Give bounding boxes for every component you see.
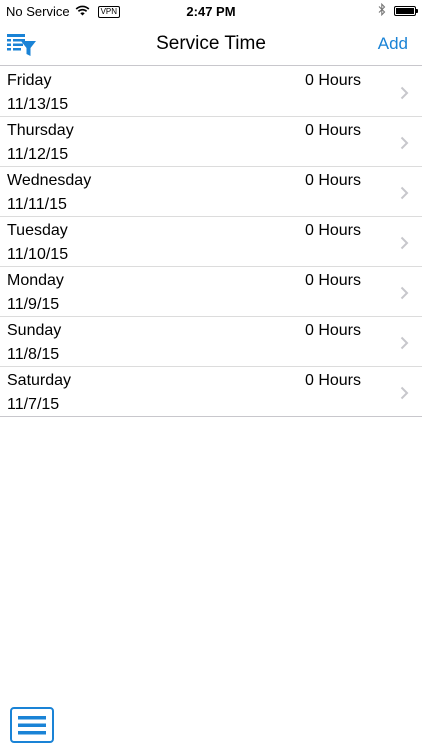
entry-date: 11/7/15 <box>7 396 60 413</box>
entry-date: 11/11/15 <box>7 196 67 213</box>
bluetooth-icon <box>378 2 386 19</box>
entry-hours: 0 Hours <box>304 72 361 89</box>
entry-day: Tuesday <box>7 222 68 239</box>
entry-hours: 0 Hours <box>304 272 361 289</box>
status-right <box>378 2 418 19</box>
list-item[interactable]: Friday 11/13/15 0 Hours <box>0 67 422 117</box>
entry-day: Thursday <box>7 122 74 139</box>
list-item[interactable]: Sunday 11/8/15 0 Hours <box>0 317 422 367</box>
entry-day: Saturday <box>7 372 72 389</box>
chevron-right-icon <box>400 186 409 200</box>
entry-date: 11/8/15 <box>7 346 60 363</box>
entry-hours: 0 Hours <box>304 322 361 339</box>
entry-hours: 0 Hours <box>304 372 361 389</box>
entry-hours: 0 Hours <box>304 172 361 189</box>
menu-button[interactable] <box>10 707 54 743</box>
entry-date: 11/9/15 <box>7 296 60 313</box>
entry-day: Friday <box>7 72 52 89</box>
list-item[interactable]: Thursday 11/12/15 0 Hours <box>0 117 422 167</box>
list-item[interactable]: Wednesday 11/11/15 0 Hours <box>0 167 422 217</box>
status-bar: No Service VPN 2:47 PM <box>0 0 422 22</box>
entry-date: 11/13/15 <box>7 96 69 113</box>
add-button[interactable]: Add <box>378 34 408 54</box>
navigation-bar: Service Time Add <box>0 22 422 66</box>
entry-hours: 0 Hours <box>304 122 361 139</box>
entry-day: Sunday <box>7 322 62 339</box>
entry-date: 11/10/15 <box>7 246 69 263</box>
chevron-right-icon <box>400 236 409 250</box>
entry-hours: 0 Hours <box>304 222 361 239</box>
chevron-right-icon <box>400 386 409 400</box>
chevron-right-icon <box>400 136 409 150</box>
status-time: 2:47 PM <box>186 4 236 19</box>
page-title: Service Time <box>156 33 266 54</box>
list-item[interactable]: Tuesday 11/10/15 0 Hours <box>0 217 422 267</box>
service-time-list: Friday 11/13/15 0 Hours Thursday 11/12/1… <box>0 67 422 417</box>
entry-day: Wednesday <box>7 172 92 189</box>
chevron-right-icon <box>400 286 409 300</box>
entry-date: 11/12/15 <box>7 146 69 163</box>
chevron-right-icon <box>400 336 409 350</box>
entry-day: Monday <box>7 272 64 289</box>
list-item[interactable]: Monday 11/9/15 0 Hours <box>0 267 422 317</box>
battery-icon <box>394 6 418 16</box>
hamburger-menu-icon <box>18 716 46 735</box>
list-item[interactable]: Saturday 11/7/15 0 Hours <box>0 367 422 417</box>
chevron-right-icon <box>400 86 409 100</box>
